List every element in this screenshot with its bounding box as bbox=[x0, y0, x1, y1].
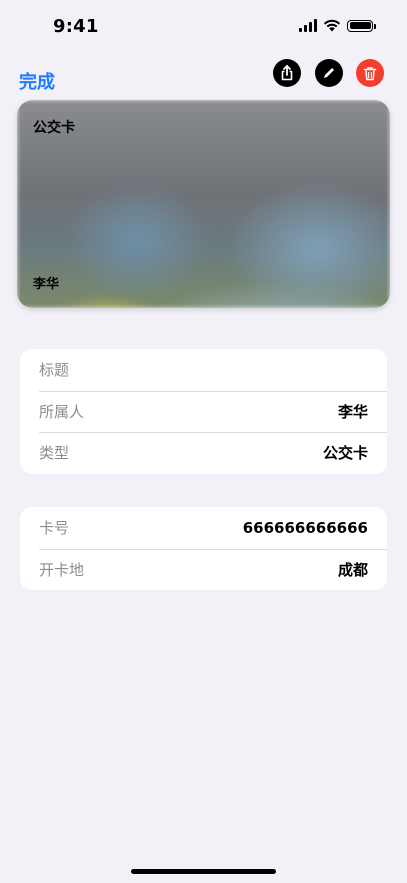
pencil-icon bbox=[324, 68, 334, 78]
detail-row-issue-place[interactable]: 开卡地 成都 bbox=[20, 548, 387, 591]
trash-icon bbox=[363, 66, 377, 80]
cellular-signal-icon bbox=[299, 19, 317, 32]
share-button[interactable] bbox=[273, 59, 301, 87]
detail-row-type[interactable]: 类型 公交卡 bbox=[20, 432, 387, 474]
row-value: 成都 bbox=[337, 560, 368, 579]
wifi-icon bbox=[323, 19, 341, 32]
row-value: 666666666666 bbox=[242, 518, 368, 537]
row-label: 类型 bbox=[39, 444, 70, 463]
delete-button[interactable] bbox=[356, 59, 384, 87]
row-value: 公交卡 bbox=[322, 444, 368, 463]
status-bar: 9:41 bbox=[0, 0, 407, 56]
detail-row-title[interactable]: 标题 bbox=[20, 349, 387, 391]
share-icon bbox=[281, 65, 293, 81]
home-indicator bbox=[131, 869, 276, 874]
status-time: 9:41 bbox=[53, 16, 99, 37]
row-label: 标题 bbox=[39, 361, 70, 380]
card-preview[interactable]: 公交卡 李华 bbox=[17, 100, 390, 308]
card-title: 公交卡 bbox=[33, 120, 75, 136]
done-button[interactable]: 完成 bbox=[19, 68, 55, 94]
status-icons bbox=[299, 19, 376, 32]
detail-row-owner[interactable]: 所属人 李华 bbox=[20, 390, 387, 433]
detail-row-card-number[interactable]: 卡号 666666666666 bbox=[20, 507, 387, 549]
row-label: 所属人 bbox=[39, 402, 85, 421]
details-section: 标题 所属人 李华 类型 公交卡 bbox=[20, 349, 387, 474]
row-value: 李华 bbox=[337, 402, 368, 421]
battery-icon bbox=[347, 19, 376, 32]
row-label: 卡号 bbox=[39, 519, 70, 538]
edit-button[interactable] bbox=[315, 59, 343, 87]
row-label: 开卡地 bbox=[39, 560, 85, 579]
extra-section: 卡号 666666666666 开卡地 成都 bbox=[20, 507, 387, 590]
card-owner: 李华 bbox=[33, 277, 60, 292]
